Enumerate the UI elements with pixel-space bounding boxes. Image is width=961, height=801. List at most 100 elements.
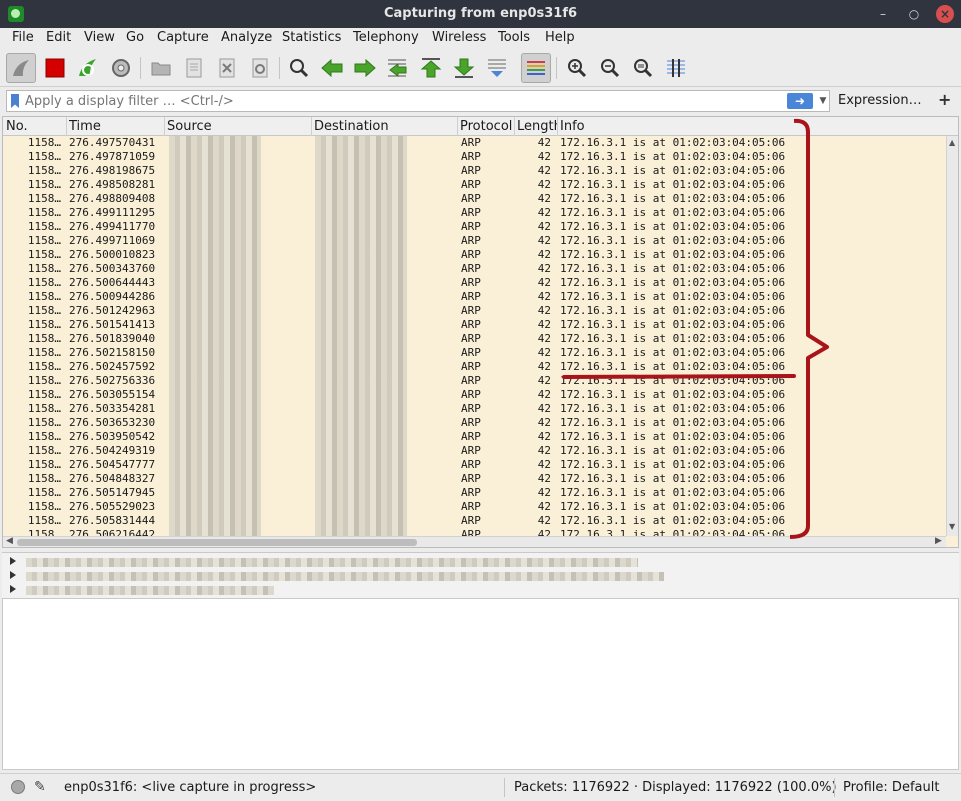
go-to-last-packet-icon[interactable] — [449, 53, 479, 83]
packet-row[interactable]: 1158… 276.502756336 ARP 42 172.16.3.1 is at … — [3, 374, 946, 388]
go-to-packet-icon[interactable] — [383, 53, 413, 83]
column-header-info[interactable]: Info — [560, 119, 585, 134]
save-file-icon[interactable] — [179, 53, 209, 83]
packet-row[interactable]: 1158… 276.499711069 ARP 42 172.16.3.1 is at … — [3, 234, 946, 248]
scroll-up-icon[interactable]: ▲ — [949, 138, 955, 147]
status-profile-text[interactable]: Profile: Default — [843, 780, 939, 795]
bookmark-icon[interactable] — [11, 94, 19, 108]
menu-analyze[interactable]: Analyze — [221, 30, 272, 45]
column-header-destination[interactable]: Destination — [314, 119, 389, 134]
packet-row[interactable]: 1158… 276.505831444 ARP 42 172.16.3.1 is at … — [3, 514, 946, 528]
packet-row[interactable]: 1158… 276.500343760 ARP 42 172.16.3.1 is at … — [3, 262, 946, 276]
go-back-arrow-icon[interactable] — [317, 53, 347, 83]
capture-comment-icon[interactable]: ✎ — [34, 779, 46, 795]
packet-row[interactable]: 1158… 276.504848327 ARP 42 172.16.3.1 is at … — [3, 472, 946, 486]
scroll-right-icon[interactable]: ▶ — [935, 536, 942, 546]
apply-filter-arrow-icon[interactable]: ➜ — [787, 93, 813, 109]
packet-row[interactable]: 1158… 276.506216442 ARP 42 172.16.3.1 is at … — [3, 528, 946, 536]
resize-columns-icon[interactable] — [661, 53, 691, 83]
expand-arrow-icon[interactable] — [10, 585, 16, 593]
restart-capture-icon[interactable] — [73, 53, 103, 83]
menu-view[interactable]: View — [84, 30, 115, 45]
go-forward-arrow-icon[interactable] — [350, 53, 380, 83]
display-filter-input[interactable] — [25, 92, 785, 110]
add-filter-button[interactable]: + — [938, 90, 951, 109]
menu-edit[interactable]: Edit — [46, 30, 71, 45]
column-header-protocol[interactable]: Protocol — [460, 119, 512, 134]
shark-fin-start-icon[interactable] — [6, 53, 36, 83]
find-packet-magnifier-icon[interactable] — [284, 53, 314, 83]
packet-row[interactable]: 1158… 276.498198675 ARP 42 172.16.3.1 is at … — [3, 164, 946, 178]
packet-row[interactable]: 1158… 276.505147945 ARP 42 172.16.3.1 is at … — [3, 486, 946, 500]
zoom-normal-icon[interactable] — [628, 53, 658, 83]
go-to-first-packet-icon[interactable] — [416, 53, 446, 83]
packet-row[interactable]: 1158… 276.498508281 ARP 42 172.16.3.1 is at … — [3, 178, 946, 192]
expand-arrow-icon[interactable] — [10, 557, 16, 565]
detail-tree-row[interactable] — [2, 555, 959, 569]
detail-tree-row[interactable] — [2, 569, 959, 583]
column-divider[interactable] — [457, 117, 458, 136]
packet-list-vertical-scrollbar[interactable]: ▲ ▼ — [946, 136, 958, 536]
packet-row[interactable]: 1158… 276.499111295 ARP 42 172.16.3.1 is at … — [3, 206, 946, 220]
packet-row[interactable]: 1158… 276.503653230 ARP 42 172.16.3.1 is at … — [3, 416, 946, 430]
chevron-down-icon[interactable]: ▼ — [817, 93, 829, 109]
close-file-icon[interactable] — [212, 53, 242, 83]
autoscroll-icon[interactable] — [482, 53, 512, 83]
expand-arrow-icon[interactable] — [10, 571, 16, 579]
packet-protocol: ARP — [461, 528, 481, 536]
menu-go[interactable]: Go — [126, 30, 144, 45]
packet-row[interactable]: 1158… 276.500644443 ARP 42 172.16.3.1 is at … — [3, 276, 946, 290]
close-icon[interactable]: × — [936, 5, 954, 23]
column-header-time[interactable]: Time — [69, 119, 101, 134]
open-folder-icon[interactable] — [146, 53, 176, 83]
packet-row[interactable]: 1158… 276.505529023 ARP 42 172.16.3.1 is at … — [3, 500, 946, 514]
menu-telephony[interactable]: Telephony — [353, 30, 419, 45]
stop-square-icon[interactable] — [40, 53, 70, 83]
packet-row[interactable]: 1158… 276.504547777 ARP 42 172.16.3.1 is at … — [3, 458, 946, 472]
menu-statistics[interactable]: Statistics — [282, 30, 341, 45]
reload-icon[interactable] — [245, 53, 275, 83]
scroll-down-icon[interactable]: ▼ — [949, 522, 955, 531]
packet-row[interactable]: 1158… 276.501242963 ARP 42 172.16.3.1 is at … — [3, 304, 946, 318]
detail-tree-row[interactable] — [2, 583, 959, 597]
column-header-length[interactable]: Length — [517, 119, 557, 134]
packet-row[interactable]: 1158… 276.500944286 ARP 42 172.16.3.1 is at … — [3, 290, 946, 304]
column-divider[interactable] — [311, 117, 312, 136]
display-filter-field[interactable]: ➜ ▼ — [6, 90, 830, 112]
packet-row[interactable]: 1158… 276.502158150 ARP 42 172.16.3.1 is at … — [3, 346, 946, 360]
colorize-icon[interactable] — [521, 53, 551, 83]
horizontal-scroll-thumb[interactable] — [17, 539, 417, 546]
packet-row[interactable]: 1158… 276.502457592 ARP 42 172.16.3.1 is at … — [3, 360, 946, 374]
menu-file[interactable]: File — [12, 30, 34, 45]
packet-row[interactable]: 1158… 276.503950542 ARP 42 172.16.3.1 is at … — [3, 430, 946, 444]
column-header-no[interactable]: No. — [6, 119, 28, 134]
column-divider[interactable] — [66, 117, 67, 136]
packet-row[interactable]: 1158… 276.498809408 ARP 42 172.16.3.1 is at … — [3, 192, 946, 206]
zoom-out-icon[interactable] — [595, 53, 625, 83]
zoom-in-icon[interactable] — [562, 53, 592, 83]
packet-row[interactable]: 1158… 276.501839040 ARP 42 172.16.3.1 is at … — [3, 332, 946, 346]
column-divider[interactable] — [164, 117, 165, 136]
menu-wireless[interactable]: Wireless — [432, 30, 486, 45]
packet-row[interactable]: 1158… 276.500010823 ARP 42 172.16.3.1 is at … — [3, 248, 946, 262]
scroll-left-icon[interactable]: ◀ — [6, 536, 13, 546]
packet-row[interactable]: 1158… 276.497570431 ARP 42 172.16.3.1 is at … — [3, 136, 946, 150]
expression-button[interactable]: Expression… — [838, 93, 922, 108]
maximize-icon[interactable]: ○ — [905, 5, 923, 23]
packet-row[interactable]: 1158… 276.501541413 ARP 42 172.16.3.1 is at … — [3, 318, 946, 332]
packet-list-horizontal-scrollbar[interactable]: ◀ ▶ — [3, 536, 946, 547]
packet-row[interactable]: 1158… 276.497871059 ARP 42 172.16.3.1 is at … — [3, 150, 946, 164]
menu-tools[interactable]: Tools — [498, 30, 530, 45]
packet-row[interactable]: 1158… 276.504249319 ARP 42 172.16.3.1 is at … — [3, 444, 946, 458]
column-header-source[interactable]: Source — [167, 119, 212, 134]
packet-row[interactable]: 1158… 276.503055154 ARP 42 172.16.3.1 is at … — [3, 388, 946, 402]
menu-help[interactable]: Help — [545, 30, 575, 45]
packet-row[interactable]: 1158… 276.499411770 ARP 42 172.16.3.1 is at … — [3, 220, 946, 234]
menu-capture[interactable]: Capture — [157, 30, 209, 45]
capture-options-gear-icon[interactable] — [106, 53, 136, 83]
column-divider[interactable] — [514, 117, 515, 136]
minimize-icon[interactable]: – — [874, 5, 892, 23]
expert-info-led-icon[interactable] — [11, 780, 25, 794]
column-divider[interactable] — [557, 117, 558, 136]
packet-row[interactable]: 1158… 276.503354281 ARP 42 172.16.3.1 is at … — [3, 402, 946, 416]
